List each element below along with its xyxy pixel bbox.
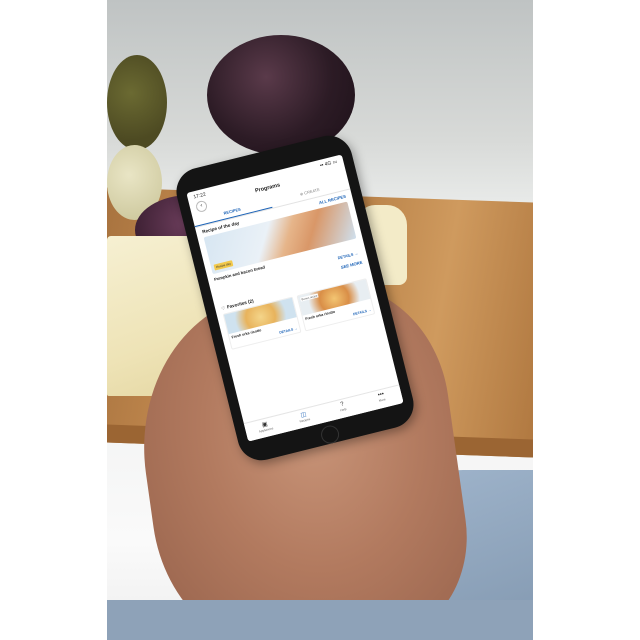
card-badge: Bonus recipe — [300, 293, 319, 302]
nav-help[interactable]: ? Help — [322, 395, 365, 422]
nav-label: More — [378, 397, 387, 403]
nav-label: Recipes — [299, 416, 311, 424]
recipe-badge: Recipe day — [213, 260, 234, 271]
nav-more[interactable]: ••• More — [360, 385, 403, 412]
nav-appliances[interactable]: ▣ Appliances — [244, 414, 287, 441]
squash — [107, 55, 167, 150]
sleeve — [107, 600, 533, 640]
nav-label: Help — [339, 406, 347, 413]
heart-icon: ♡ — [220, 305, 226, 312]
nav-recipes[interactable]: ◫ Recipes — [283, 405, 326, 432]
